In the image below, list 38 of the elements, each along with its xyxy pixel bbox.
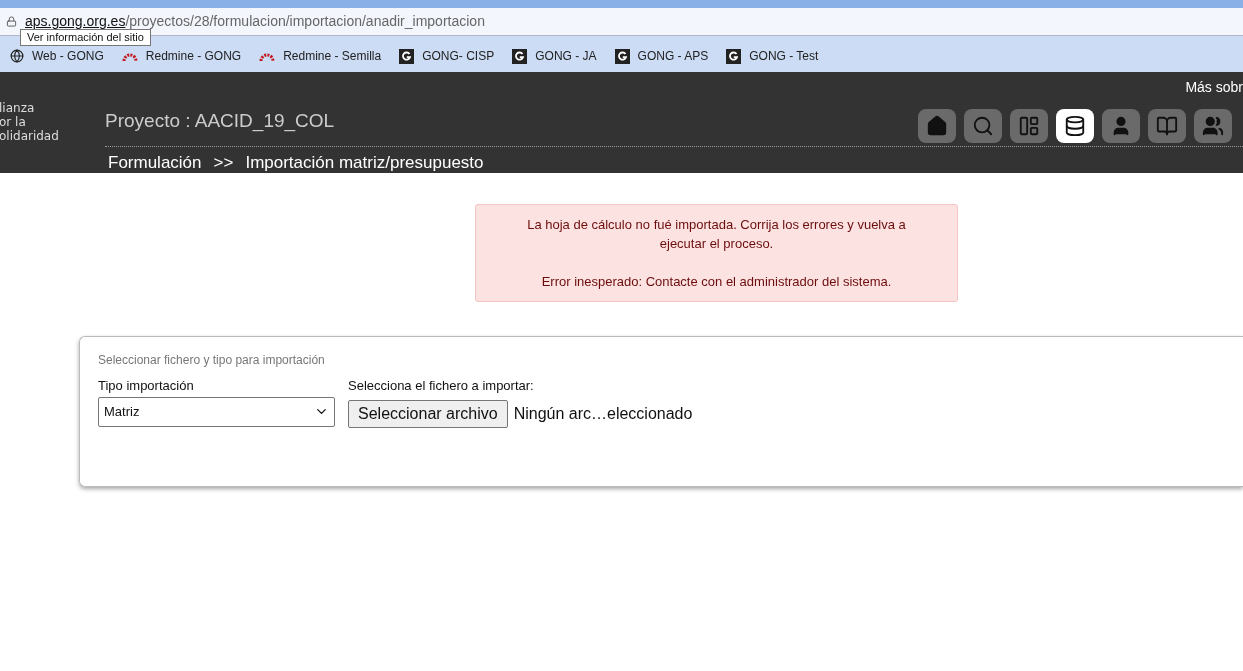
layout-icon [1018, 115, 1040, 137]
tooltip: Ver información del sitio [20, 29, 151, 46]
error-message: Error inesperado: Contacte con el administrador del sistema. [540, 273, 893, 291]
lock-icon [6, 16, 17, 27]
error-message: La hoja de cálculo no fué importada. Corrija los errores y vuelva a ejecutar el proceso. [526, 216, 907, 253]
more-link[interactable]: Más sobr [1185, 77, 1243, 98]
file-label: Selecciona el fichero a importar: [348, 377, 535, 395]
bookmark-link[interactable]: GONG- CISP [399, 48, 495, 64]
letter-g-icon [399, 48, 415, 64]
database-icon [1064, 115, 1086, 137]
house-icon [926, 115, 948, 137]
type-label: Tipo importación [98, 377, 195, 395]
search-icon [972, 115, 994, 137]
globe-icon [10, 49, 24, 63]
book-icon [1156, 115, 1178, 137]
letter-g-icon [614, 48, 630, 64]
bookmark-link[interactable]: Redmine - GONG [121, 49, 242, 63]
file-status: Ningún arc…eleccionado [513, 403, 693, 424]
breadcrumb-link[interactable]: Formulación [108, 150, 202, 176]
bookmark-link[interactable]: Web - GONG [10, 49, 104, 63]
url-text: aps.gong.org.es/proyectos/28/formulacion/importacion/anadir_importacion [25, 12, 485, 31]
type-select[interactable]: Matriz [98, 396, 335, 427]
nav-button[interactable] [1056, 109, 1094, 143]
breadcrumb-separator: >> [213, 152, 234, 174]
people-icon [1202, 115, 1224, 137]
choose-file-button[interactable]: Seleccionar archivo [348, 399, 508, 428]
bookmark-link[interactable]: Redmine - Semilla [259, 49, 382, 63]
bookmark-link[interactable]: GONG - JA [512, 48, 597, 64]
arc-icon [121, 51, 138, 61]
arc-icon [259, 51, 276, 61]
panel-legend: Seleccionar fichero y tipo para importación [98, 351, 1225, 369]
bookmark-link[interactable]: GONG - Test [726, 48, 819, 64]
logo: lianza or la olidaridad [0, 100, 60, 145]
letter-g-icon [512, 48, 528, 64]
project-title: Proyecto : AACID_19_COL [105, 109, 335, 134]
breadcrumb-current: Importación matriz/presupuesto [245, 152, 484, 174]
bookmark-link[interactable]: GONG - APS [614, 48, 709, 64]
letter-g-icon [726, 48, 742, 64]
